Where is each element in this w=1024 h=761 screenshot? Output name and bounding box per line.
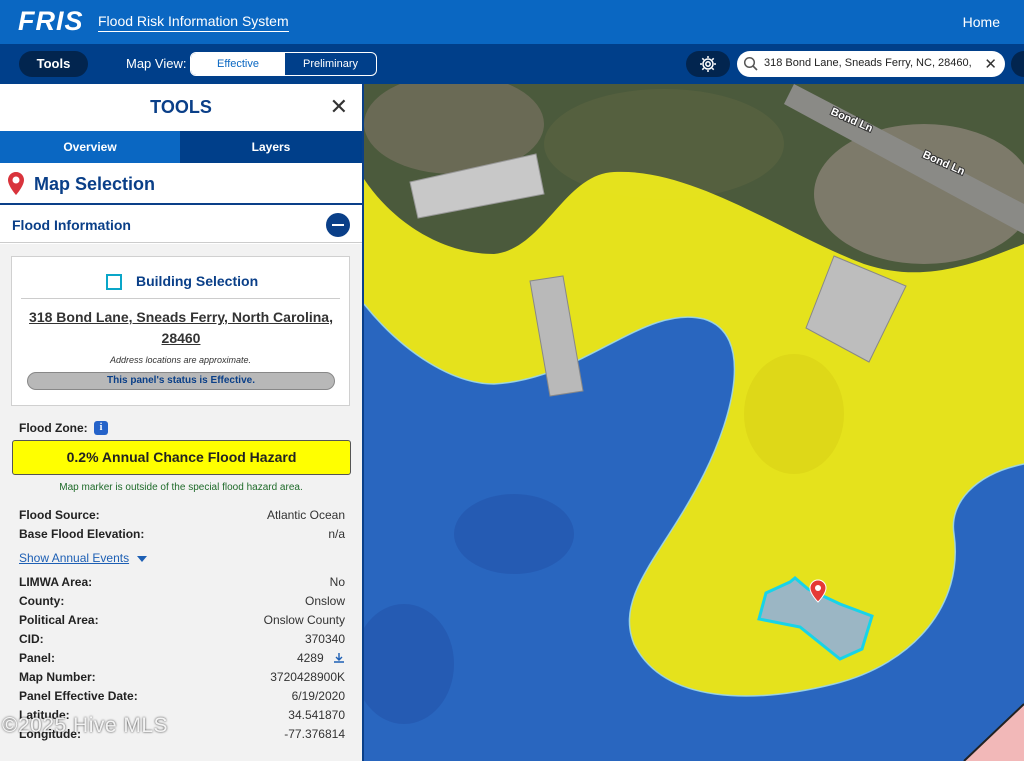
building-selection-checkbox[interactable] [106,274,122,290]
info-icon[interactable]: i [94,421,108,435]
detail-row: Political Area: Onslow County [19,613,345,631]
detail-row: Panel: 4289 [19,651,345,669]
map-pin-icon [8,172,24,195]
detail-value: 370340 [304,632,345,646]
panel-title: TOOLS [150,97,212,117]
app-window: FRIS Flood Risk Information System Home … [0,0,1024,761]
detail-key: Panel Effective Date: [19,689,138,703]
panel-header: TOOLS ✕ [0,84,362,131]
panel-tabs: Overview Layers [0,131,362,163]
tools-button[interactable]: Tools [19,51,88,77]
map-selection-title: Map Selection [34,174,156,194]
detail-value-with-download: 4289 [297,651,345,665]
detail-key: Flood Source: [19,508,100,522]
address-note: Address locations are approximate. [109,355,252,365]
detail-key: County: [19,594,65,608]
show-annual-events-link[interactable]: Show Annual Events [19,551,129,565]
watermark-text: ©2025 Hive MLS [2,714,169,737]
gear-icon [700,56,716,72]
detail-key: LIMWA Area: [19,575,93,589]
map-view-preliminary-option[interactable]: Preliminary [285,53,376,75]
settings-button[interactable] [686,51,730,77]
fris-logo[interactable]: FRIS [18,6,84,37]
detail-key: Panel: [19,651,56,665]
flood-zone-label: Flood Zone: [19,421,88,435]
flood-information-title: Flood Information [12,217,131,233]
detail-value: Atlantic Ocean [266,508,345,522]
detail-value: 34.541870 [288,708,345,722]
map-canvas[interactable]: Bond Ln Bond Ln [354,74,1024,761]
detail-row: Flood Source: Atlantic Ocean [19,508,345,526]
map-selection-header: Map Selection [0,163,362,205]
detail-row: Map Number: 3720428900K [19,670,345,688]
address-search[interactable]: 318 Bond Lane, Sneads Ferry, NC, 28460, … [737,51,1005,77]
detail-row: County: Onslow [19,594,345,612]
map-view-label: Map View: [126,56,187,71]
detail-key: Map Number: [19,670,96,684]
top-header: FRIS Flood Risk Information System Home [0,0,1024,44]
caret-down-icon[interactable] [137,556,147,562]
detail-row: Base Flood Elevation: n/a [19,527,345,545]
toolbar: Tools Map View: Effective Preliminary 31… [0,44,1024,84]
building-selection-card: Building Selection 318 Bond Lane, Sneads… [11,256,350,406]
clear-search-icon[interactable]: ✕ [984,55,997,73]
flood-information-body: Building Selection 318 Bond Lane, Sneads… [0,244,362,761]
detail-row: LIMWA Area: No [19,575,345,593]
map-view-toggle: Effective Preliminary [190,52,377,76]
toolbar-edge-button[interactable] [1011,51,1024,77]
panel-number: 4289 [296,651,324,665]
download-icon[interactable] [333,652,345,664]
detail-row: Panel Effective Date: 6/19/2020 [19,689,345,707]
detail-value: 3720428900K [270,670,345,684]
flood-zone-value: 0.2% Annual Chance Flood Hazard [12,440,351,475]
flood-zone-note: Map marker is outside of the special flo… [59,482,303,493]
collapse-icon[interactable] [326,213,350,237]
panel-status-badge: This panel's status is Effective. [27,372,335,390]
detail-key: Political Area: [19,613,99,627]
flood-map[interactable]: Bond Ln Bond Ln [354,74,1024,761]
tools-panel: TOOLS ✕ Overview Layers Map Selection Fl… [0,84,364,761]
search-icon [743,56,758,71]
app-subtitle[interactable]: Flood Risk Information System [98,13,289,32]
detail-value: Onslow [304,594,345,608]
tab-overview[interactable]: Overview [0,131,180,163]
tab-layers[interactable]: Layers [180,131,362,163]
detail-value: Onslow County [263,613,345,627]
flood-information-header[interactable]: Flood Information [0,207,362,243]
map-view-effective-option[interactable]: Effective [191,53,285,75]
detail-key: CID: [19,632,44,646]
detail-row: CID: 370340 [19,632,345,650]
detail-key: Base Flood Elevation: [19,527,145,541]
detail-value: -77.376814 [284,727,345,741]
detail-value: 6/19/2020 [291,689,345,703]
building-selection-label: Building Selection [136,273,259,289]
home-link[interactable]: Home [963,14,1000,30]
search-input[interactable]: 318 Bond Lane, Sneads Ferry, NC, 28460, … [764,57,974,69]
card-divider [21,298,340,299]
detail-value: No [329,575,345,589]
close-panel-icon[interactable]: ✕ [330,94,348,120]
detail-value: n/a [328,527,345,541]
selected-address-link[interactable]: 318 Bond Lane, Sneads Ferry, North Carol… [26,307,336,349]
